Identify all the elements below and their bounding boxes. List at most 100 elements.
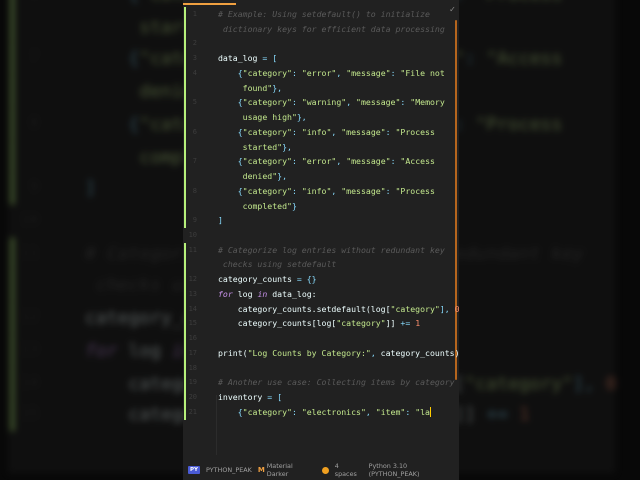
code-token-st: "category" — [336, 318, 386, 329]
indent-guide — [216, 395, 217, 455]
code-line[interactable]: 19 # Another use case: Collecting items b… — [183, 375, 455, 391]
code-line[interactable]: 7 {"category": "error", "message": "Acce… — [183, 154, 453, 170]
line-number: 11 — [188, 245, 197, 254]
code-line[interactable]: denied"}, — [183, 169, 453, 184]
code-token-pu: = {} — [296, 274, 317, 285]
code-line[interactable]: started"}, — [183, 139, 453, 155]
code-line[interactable]: 1 # Example: Using setdefault() to initia… — [183, 7, 453, 22]
status-bar: PY PYTHON_PEAK M Material Darker 4 space… — [183, 460, 459, 480]
code-line[interactable]: checks using setdefault — [183, 257, 453, 273]
scrollbar[interactable] — [455, 20, 457, 380]
theme-name[interactable]: Material Darker — [267, 462, 316, 478]
code-token-pu: , — [331, 185, 342, 196]
code-line[interactable]: 4 {"category": "error", "message": "File… — [183, 65, 453, 81]
code-text: checks using setdefault — [218, 257, 336, 272]
code-token-tx: print( — [218, 347, 248, 358]
line-number: 18 — [188, 363, 197, 372]
code-token-pu: : — [385, 185, 396, 196]
code-line[interactable]: 3 data_log = [ — [183, 51, 453, 66]
gutter-change-marker[interactable] — [184, 80, 186, 96]
code-line[interactable]: completed"} — [183, 198, 453, 214]
text-cursor — [430, 407, 431, 418]
code-token-st: "error" — [301, 67, 337, 78]
code-token-pu: : — [400, 97, 411, 108]
code-line[interactable]: 18 — [183, 360, 453, 376]
code-line[interactable]: 5 {"category": "warning", "message": "Me… — [183, 95, 453, 111]
code-token-pu: : — [385, 126, 396, 137]
code-token-tx: data_log — [218, 53, 263, 64]
code-text: started"}, — [218, 140, 292, 155]
indent-setting[interactable]: 4 spaces — [335, 462, 363, 478]
code-token-cm: checks using setdefault — [218, 259, 337, 270]
code-token-tx — [218, 407, 238, 417]
project-name[interactable]: PYTHON_PEAK — [206, 466, 252, 474]
code-text: category_counts.setdefault(log["category… — [218, 302, 459, 317]
code-token-tx: data_log: — [267, 288, 317, 299]
code-token-pu: ], — [439, 303, 455, 314]
code-token-pu: , — [336, 67, 347, 78]
gutter-change-marker[interactable] — [184, 169, 186, 184]
line-number: 14 — [188, 304, 197, 313]
code-token-st: "Log Counts by Category:" — [247, 347, 371, 358]
code-line[interactable]: 21 {"category": "electronics", "item": "… — [183, 404, 453, 420]
code-token-st: "message" — [341, 185, 386, 196]
line-number: 5 — [192, 98, 197, 107]
code-line[interactable]: usage high"}, — [183, 110, 453, 125]
python-interpreter[interactable]: Python 3.10 (PYTHON_PEAK) — [369, 462, 459, 478]
code-text: dictionary keys for efficient data proce… — [218, 22, 445, 37]
code-line[interactable]: 8 {"category": "info", "message": "Proce… — [183, 183, 453, 199]
code-line[interactable]: 20 inventory = [ — [183, 390, 453, 405]
code-token-st: "item" — [375, 406, 406, 417]
code-line[interactable]: dictionary keys for efficient data proce… — [183, 21, 453, 37]
code-text: {"category": "electronics", "item": "la — [218, 405, 431, 420]
code-line[interactable]: 17 print("Log Counts by Category:", categ… — [183, 345, 459, 361]
line-number: 21 — [188, 407, 197, 416]
code-token-st: "la — [415, 406, 430, 417]
code-token-pu: : — [390, 67, 401, 78]
code-line[interactable]: 13 for log in data_log: — [183, 286, 453, 302]
code-line[interactable]: 12 category_counts = {} — [183, 272, 453, 287]
code-token-st: "warning" — [301, 97, 347, 108]
code-token-st: found" — [218, 82, 273, 93]
gutter-change-marker[interactable] — [184, 139, 186, 155]
code-token-pu: , — [331, 126, 342, 137]
code-token-pu: }, — [282, 141, 292, 152]
code-line[interactable]: found"}, — [183, 80, 453, 96]
code-token-pu: : — [291, 126, 302, 137]
code-line[interactable]: 6 {"category": "info", "message": "Proce… — [183, 124, 453, 140]
code-token-tx — [218, 186, 238, 196]
code-line[interactable]: 16 — [183, 331, 453, 346]
notification-dot-icon[interactable] — [321, 466, 329, 474]
line-number: 17 — [188, 348, 197, 357]
code-token-st: "electronics" — [301, 406, 366, 417]
code-line[interactable]: 9] — [183, 213, 453, 229]
code-editor[interactable]: ✓ 1 # Example: Using setdefault() to init… — [183, 0, 459, 480]
code-token-pu: }, — [272, 82, 283, 93]
code-line[interactable]: 2 — [183, 36, 453, 52]
code-token-pu: : — [291, 67, 302, 78]
code-token-pu: : — [390, 156, 401, 167]
code-line[interactable]: 15 category_counts[log["category"]] += 1 — [183, 316, 453, 332]
code-token-tx: inventory — [218, 392, 268, 403]
code-area[interactable]: 1 # Example: Using setdefault() to initia… — [183, 7, 459, 420]
line-number: 10 — [188, 231, 197, 240]
code-line[interactable]: 14 category_counts.setdefault(log["categ… — [183, 301, 459, 317]
code-token-pu: , — [370, 347, 381, 358]
theme-icon: M — [257, 466, 265, 474]
gutter-change-marker[interactable] — [184, 110, 186, 125]
gutter-change-marker[interactable] — [184, 21, 186, 37]
gutter-change-marker[interactable] — [184, 198, 186, 214]
code-text: usage high"}, — [218, 110, 307, 125]
code-token-st: "category" — [390, 303, 440, 314]
code-token-st: "message" — [346, 156, 391, 167]
code-token-st: "message" — [341, 126, 386, 137]
gutter-change-marker[interactable] — [184, 257, 186, 273]
code-text: category_counts[log["category"]] += 1 — [218, 316, 420, 331]
code-token-nu: 1 — [415, 318, 421, 329]
code-token-tx: category_counts) — [380, 347, 459, 358]
code-token-pu: ] — [218, 215, 223, 226]
code-token-pu: , — [336, 156, 347, 167]
code-line[interactable]: 11 # Categorize log entries without redun… — [183, 242, 453, 258]
line-number: 19 — [188, 378, 197, 387]
code-line[interactable]: 10 — [183, 228, 453, 243]
